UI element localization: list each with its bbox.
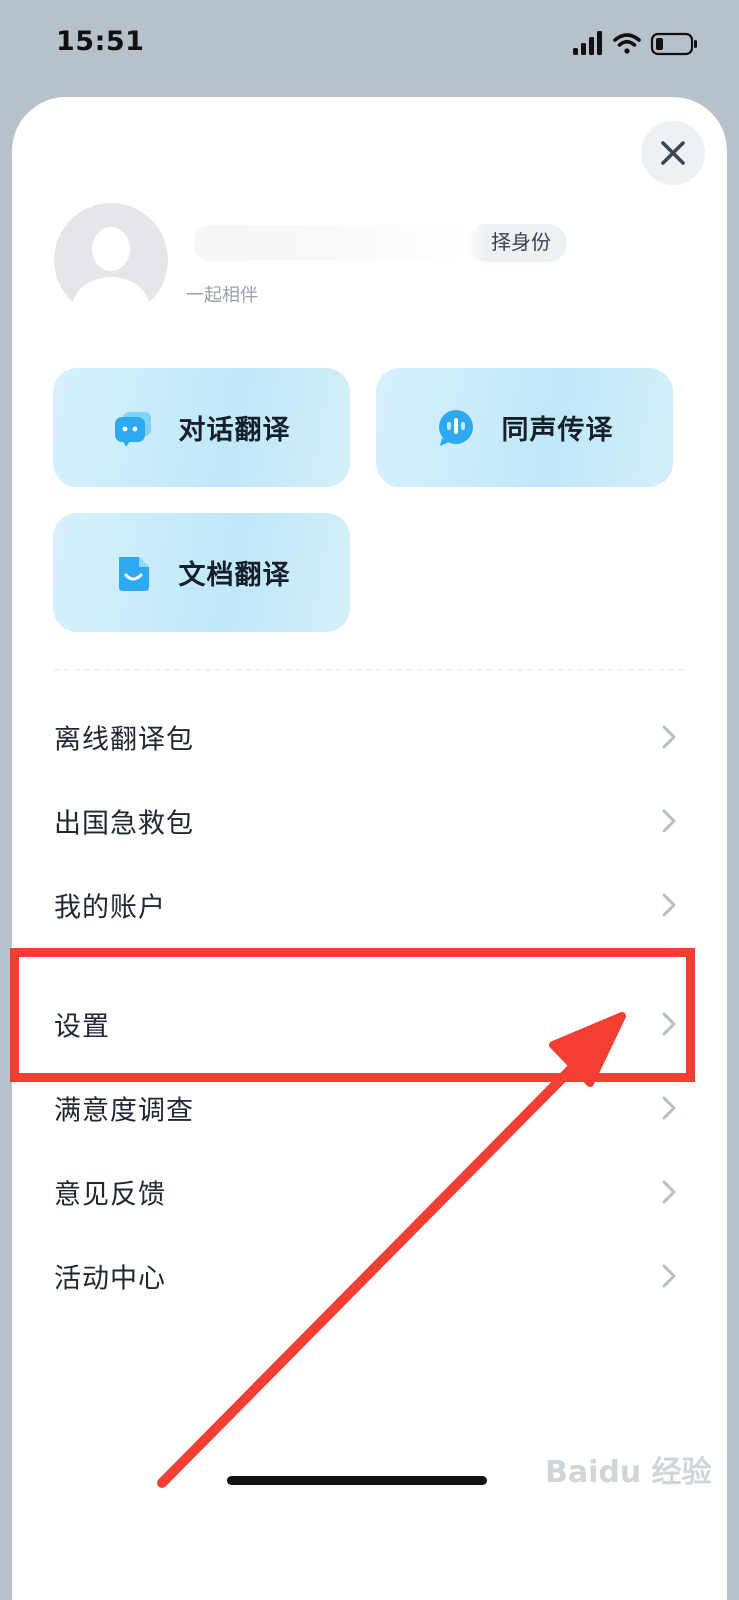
nickname-obscured xyxy=(194,225,474,261)
menu-item-label: 满意度调查 xyxy=(54,1095,194,1126)
menu-item-label: 我的账户 xyxy=(54,892,166,923)
home-indicator[interactable] xyxy=(227,1476,487,1485)
microphone-bubble-icon xyxy=(438,409,473,446)
menu-item-label: 意见反馈 xyxy=(54,1179,166,1210)
avatar[interactable] xyxy=(54,203,168,317)
annotation-highlight-box xyxy=(10,948,695,1082)
feature-label: 文档翻译 xyxy=(178,560,291,590)
chevron-right-icon xyxy=(662,809,676,833)
chevron-right-icon xyxy=(662,1180,676,1204)
menu-item-label: 离线翻译包 xyxy=(54,724,194,755)
drawer-sheet: 择身份 一起相伴 对话翻译 同声传译 文档翻译 离线翻译包 出国急救包 我的账户… xyxy=(12,97,727,1600)
menu-item-label: 活动中心 xyxy=(54,1263,166,1294)
close-button[interactable] xyxy=(641,121,705,185)
chevron-right-icon xyxy=(662,893,676,917)
menu-item-travel-emergency-pack[interactable]: 出国急救包 xyxy=(12,779,727,863)
status-bar: 15:51 xyxy=(0,0,739,92)
status-icons xyxy=(573,31,703,57)
menu-item-feedback[interactable]: 意见反馈 xyxy=(12,1150,727,1234)
chevron-right-icon xyxy=(662,1264,676,1288)
chat-bubble-icon xyxy=(114,411,151,447)
divider xyxy=(54,669,684,671)
close-icon xyxy=(661,141,685,165)
menu-item-offline-pack[interactable]: 离线翻译包 xyxy=(12,695,727,779)
menu-item-activity-center[interactable]: 活动中心 xyxy=(12,1234,727,1318)
profile-subtitle: 一起相伴 xyxy=(186,285,258,305)
avatar-placeholder-icon xyxy=(70,227,152,317)
feature-label: 对话翻译 xyxy=(178,415,291,445)
watermark: Baidu 经验 xyxy=(545,1455,712,1490)
identity-tag[interactable]: 择身份 xyxy=(467,224,567,262)
feature-card-simultaneous-interpretation[interactable]: 同声传译 xyxy=(376,368,673,487)
wifi-icon xyxy=(613,33,641,54)
menu-item-my-account[interactable]: 我的账户 xyxy=(12,863,727,947)
menu-item-label: 出国急救包 xyxy=(54,808,194,839)
feature-label: 同声传译 xyxy=(501,415,614,445)
battery-icon xyxy=(650,32,697,56)
feature-card-document-translate[interactable]: 文档翻译 xyxy=(53,513,350,632)
document-icon xyxy=(118,556,149,591)
chevron-right-icon xyxy=(662,1096,676,1120)
signal-icon xyxy=(573,31,602,55)
chevron-right-icon xyxy=(662,725,676,749)
feature-card-dialogue-translate[interactable]: 对话翻译 xyxy=(53,368,350,487)
status-time: 15:51 xyxy=(56,26,145,57)
